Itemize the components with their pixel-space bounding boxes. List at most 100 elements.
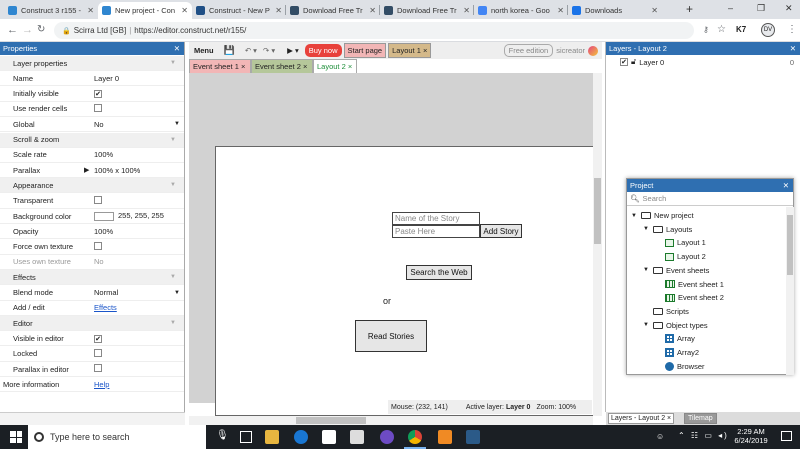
layer-visible-checkbox[interactable]: ✔ [620,58,628,66]
browser-tab[interactable]: Construct 3 r155 - ✕ [4,2,98,19]
vertical-scrollbar[interactable] [593,73,602,416]
paste-input[interactable]: Paste Here [392,225,480,238]
expand-arrow-icon[interactable]: ▼ [631,213,638,219]
tab-event-sheet-2[interactable]: Event sheet 2 × [251,59,313,73]
browser-tab[interactable]: Construct - New P ✕ [192,2,286,19]
tree-item[interactable]: Layout 1 [655,236,706,249]
property-value[interactable] [92,364,184,374]
omnibox[interactable]: 🔒 Scirra Ltd [GB] | https://editor.const… [54,22,694,39]
tab-tilemap[interactable]: Tilemap [684,413,717,424]
property-row[interactable]: Opacity 100% [0,224,184,240]
property-category[interactable]: Appearance ▼ [0,178,184,194]
close-tab-icon[interactable]: ✕ [369,6,376,15]
property-checkbox[interactable] [94,348,102,357]
project-search-input[interactable]: Search [643,194,667,203]
property-value[interactable]: No [92,120,174,129]
property-value[interactable]: ✔ [92,334,184,343]
close-tab-icon[interactable]: ✕ [181,6,188,15]
bookmark-star-icon[interactable]: ☆ [717,24,726,35]
tree-item[interactable]: Browser [655,360,705,373]
tree-item[interactable]: Scripts [643,305,689,318]
close-icon[interactable]: ✕ [790,44,796,53]
browser-tab[interactable]: north korea - Goo ✕ [474,2,568,19]
property-checkbox[interactable] [94,241,102,250]
layout1-tab[interactable]: Layout 1 × [388,43,432,58]
property-checkbox[interactable] [94,195,102,204]
redo-icon[interactable]: ↷ ▾ [263,46,275,55]
expand-arrow-icon[interactable]: ▼ [643,267,650,273]
collapse-icon[interactable]: ▼ [170,60,176,66]
clock[interactable]: 2:29 AM 6/24/2019 [731,427,771,445]
property-value[interactable] [92,195,184,206]
people-icon[interactable]: ☺︎ [656,432,664,441]
property-checkbox[interactable]: ✔ [94,90,102,99]
property-row[interactable]: Name Layer 0 [0,71,184,87]
steam-icon[interactable] [466,430,480,444]
property-row[interactable]: Transparent [0,194,184,209]
collapse-icon[interactable]: ▼ [170,274,176,280]
property-value[interactable] [92,348,184,359]
tree-item[interactable]: ▼ Object types [643,319,708,332]
search-web-button[interactable]: Search the Web [406,265,472,280]
property-link[interactable]: Effects [94,303,117,312]
profile-avatar[interactable]: DV [761,23,775,37]
tree-item[interactable]: ▼ New project [631,209,694,222]
property-value[interactable]: ✔ [92,89,184,99]
property-row[interactable]: Parallax ▶ 100% x 100% [0,163,184,179]
property-row[interactable]: Visible in editor ✔ [0,331,184,347]
browser-tab[interactable]: New project - Con ✕ [98,2,192,19]
story-name-input[interactable]: Name of the Story [392,212,480,225]
tree-item[interactable]: Array2 [655,346,699,359]
mail-icon[interactable] [350,430,364,444]
collapse-icon[interactable]: ▼ [170,320,176,326]
start-page-tab[interactable]: Start page [343,43,387,58]
save-icon[interactable]: 💾 [224,45,235,56]
property-row[interactable]: Force own texture [0,240,184,255]
tab-layout-2[interactable]: Layout 2 × [313,59,357,73]
layer-row[interactable]: ✔ 🔓︎ Layer 0 0 [606,55,800,69]
close-icon[interactable]: ✕ [783,181,789,190]
reload-icon[interactable]: ↻ [37,24,45,35]
user-avatar-icon[interactable] [588,45,598,56]
horizontal-scrollbar[interactable] [189,416,593,425]
property-category[interactable]: Scroll & zoom ▼ [0,132,184,148]
menu-kebab-icon[interactable]: ⋮ [787,24,797,35]
property-row[interactable]: Global No ▼ [0,117,184,133]
property-row[interactable]: Initially visible ✔ [0,87,184,102]
username-label[interactable]: sicreator [556,46,585,55]
windows-start-icon[interactable] [10,431,22,443]
browser-tab[interactable]: Download Free Tr ✕ [286,2,380,19]
tree-item[interactable]: ▼ Layouts [643,223,692,236]
read-stories-button[interactable]: Read Stories [355,320,427,352]
project-scrollbar[interactable] [786,207,794,375]
vertical-scroll-thumb[interactable] [594,178,601,244]
lock-icon[interactable]: 🔓︎ [631,57,636,67]
close-window-button[interactable]: ✕ [785,3,793,14]
property-row[interactable]: Scale rate 100% [0,148,184,163]
file-explorer-icon[interactable] [265,430,279,444]
property-row[interactable]: Uses own texture No [0,255,184,270]
new-tab-button[interactable]: + [686,2,693,16]
property-checkbox[interactable]: ✔ [94,334,102,343]
chrome-icon[interactable] [408,430,422,444]
menu-button[interactable]: Menu [194,46,214,55]
play-icon[interactable]: ▶ ▾ [287,46,299,55]
close-tab-icon[interactable]: ✕ [463,6,470,15]
extension-icon[interactable]: K7 [736,25,746,34]
property-row[interactable]: Background color 255, 255, 255 [0,209,184,224]
layout-canvas[interactable] [215,146,595,416]
expand-arrow-icon[interactable]: ▼ [643,226,650,232]
property-value[interactable]: Help [92,380,184,389]
task-view-icon[interactable] [240,431,252,443]
maximize-button[interactable]: ❐ [757,3,765,14]
property-value[interactable]: 255, 255, 255 [92,211,184,221]
notifications-icon[interactable] [781,431,792,441]
edge-icon[interactable] [294,430,308,444]
property-category[interactable]: Effects ▼ [0,270,184,286]
tree-item[interactable]: Layout 2 [655,250,706,263]
property-value[interactable] [92,103,184,114]
property-row[interactable]: Add / edit Effects [0,301,184,316]
key-icon[interactable]: ⚷ [703,25,709,34]
property-value[interactable]: 100% [92,227,184,236]
system-tray-icons[interactable]: ⌃ ☷ ▭ ◂) [678,431,729,440]
